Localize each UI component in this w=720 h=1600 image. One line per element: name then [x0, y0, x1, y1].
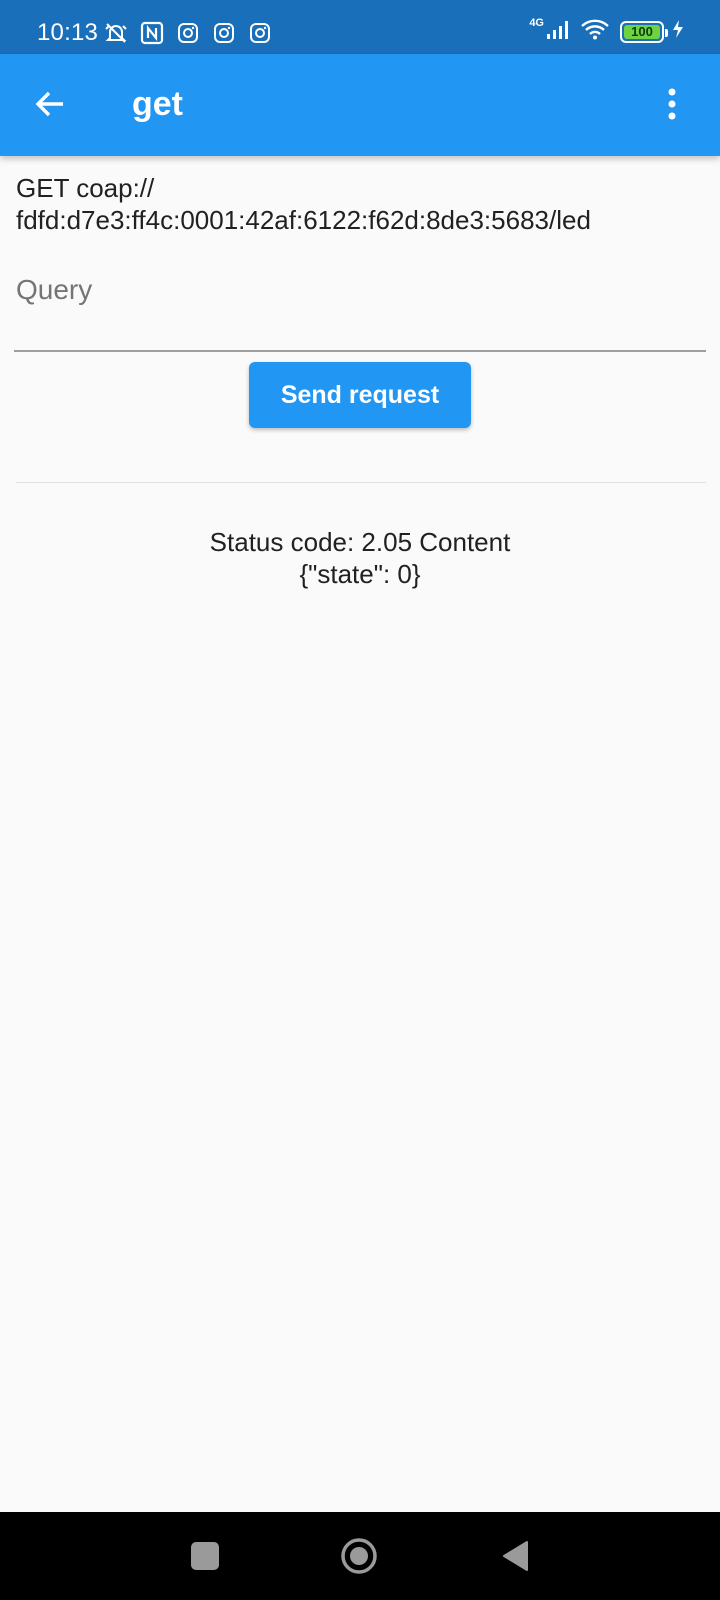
status-code-text: Status code: 2.05 Content	[209, 527, 511, 557]
query-field	[14, 270, 706, 352]
instagram-icon	[211, 20, 237, 46]
more-vert-icon	[667, 87, 677, 126]
overflow-menu-button[interactable]	[660, 84, 684, 128]
divider	[16, 482, 706, 483]
response-payload: {"state": 0}	[299, 559, 421, 589]
battery-icon: 100	[620, 20, 668, 43]
network-type: 4G	[529, 16, 544, 29]
charging-icon	[672, 19, 684, 44]
status-time: 10:13	[37, 19, 99, 46]
app-bar: get	[0, 54, 720, 156]
back-button[interactable]	[30, 86, 70, 126]
battery-level: 100	[631, 24, 653, 39]
status-bar: 10:13 4G 100	[0, 0, 720, 54]
instagram-icon	[175, 20, 201, 46]
request-address-line: fdfd:d7e3:ff4c:0001:42af:6122:f62d:8de3:…	[16, 205, 591, 235]
notification-icons	[103, 20, 273, 46]
square-recents-icon[interactable]	[191, 1542, 219, 1570]
navigation-bar	[0, 1512, 720, 1600]
instagram-icon	[247, 20, 273, 46]
request-url: GET coap:// fdfd:d7e3:ff4c:0001:42af:612…	[16, 172, 706, 236]
alarm-off-icon	[103, 20, 129, 46]
response-panel: Status code: 2.05 Content {"state": 0}	[0, 526, 720, 590]
page-title: get	[132, 85, 183, 123]
nfc-icon	[139, 20, 165, 46]
request-method-line: GET coap://	[16, 173, 155, 203]
wifi-icon	[580, 18, 610, 45]
system-icons: 4G 100	[529, 16, 684, 45]
signal-icon	[546, 18, 572, 45]
query-input[interactable]	[14, 270, 706, 310]
triangle-back-icon[interactable]	[500, 1540, 530, 1572]
send-request-button[interactable]: Send request	[249, 362, 471, 428]
circle-home-icon[interactable]	[340, 1537, 378, 1575]
arrow-back-icon	[34, 88, 66, 125]
